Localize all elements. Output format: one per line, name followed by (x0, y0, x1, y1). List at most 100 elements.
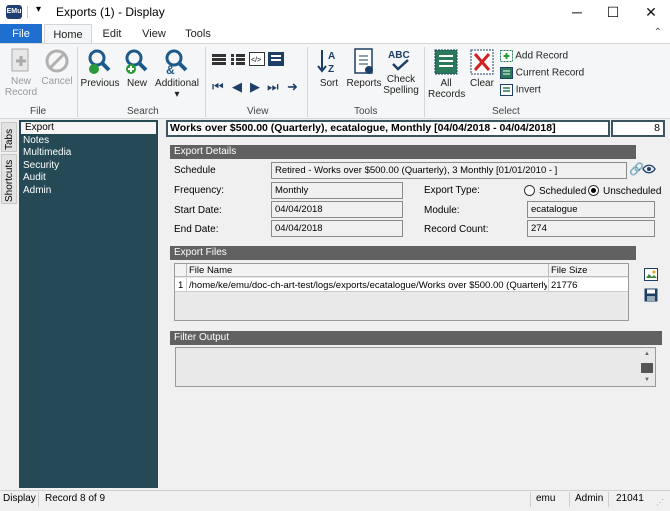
svg-text:Z: Z (328, 64, 334, 75)
open-file-icon[interactable] (644, 268, 658, 284)
table-row[interactable]: 1 /home/ke/emu/doc-ch-art-test/logs/expo… (175, 278, 628, 292)
nav-item-multimedia[interactable]: Multimedia (19, 147, 158, 159)
new-search-button[interactable]: New (121, 48, 153, 89)
nav-item-security[interactable]: Security (19, 160, 158, 172)
module-field[interactable]: ecatalogue (527, 201, 655, 218)
schedule-field[interactable]: Retired - Works over $500.00 (Quarterly)… (271, 162, 627, 179)
check-spelling-label-2: Spelling (383, 85, 419, 96)
select-group-label: Select (492, 106, 520, 117)
scheduled-radio-label: Scheduled (539, 186, 587, 197)
side-tab-shortcuts-label: Shortcuts (4, 159, 15, 202)
all-records-button[interactable]: All Records (428, 48, 465, 100)
tab-tools[interactable]: Tools (178, 24, 218, 44)
save-file-icon[interactable] (644, 288, 658, 305)
tab-list-panel: Export Notes Multimedia Security Audit A… (19, 120, 158, 488)
tab-view[interactable]: View (134, 24, 174, 44)
add-record-label: Add Record (515, 50, 569, 62)
grid-view-icon[interactable] (231, 54, 245, 65)
list-view-icon[interactable] (212, 54, 226, 65)
record-summary: Works over $500.00 (Quarterly), ecatalog… (166, 120, 610, 137)
group-separator (307, 47, 308, 117)
svg-text:ABC: ABC (388, 50, 410, 61)
status-separator (569, 492, 570, 507)
search-group-label: Search (127, 106, 159, 117)
start-date-field[interactable]: 04/04/2018 (271, 201, 403, 218)
frequency-field[interactable]: Monthly (271, 182, 403, 199)
additional-search-button[interactable]: & Additional ▾ (154, 48, 200, 100)
window-title: Exports (1) - Display (56, 5, 165, 19)
previous-button[interactable]: Previous (80, 48, 120, 89)
ribbon: New Record Cancel File Previous New & Ad… (0, 43, 670, 119)
nav-item-audit[interactable]: Audit (19, 172, 158, 184)
view-eye-icon[interactable] (642, 163, 656, 178)
status-mode: Display (3, 493, 36, 504)
status-count: 21041 (616, 493, 644, 504)
tab-home[interactable]: Home (44, 24, 92, 44)
resize-grip-icon[interactable]: ⋰ (656, 495, 664, 511)
last-record-icon[interactable]: ⏭ (267, 79, 279, 95)
scroll-down-icon[interactable]: ▼ (640, 377, 654, 383)
current-record-icon (500, 67, 513, 79)
end-date-field[interactable]: 04/04/2018 (271, 220, 403, 237)
close-button[interactable]: ✕ (636, 0, 666, 24)
tab-edit[interactable]: Edit (94, 24, 130, 44)
nav-item-export[interactable]: Export (21, 122, 156, 134)
nav-item-admin[interactable]: Admin (19, 185, 158, 197)
column-header-file-name[interactable]: File Name (189, 265, 232, 276)
sort-label: Sort (319, 78, 339, 89)
check-spelling-button[interactable]: ABC Check Spelling (382, 48, 420, 96)
table-header-row: File Name File Size (175, 264, 628, 277)
record-count-field[interactable]: 274 (527, 220, 655, 237)
end-date-label: End Date: (174, 224, 219, 235)
scrollbar[interactable]: ▲ ▼ (640, 349, 654, 385)
previous-record-icon[interactable]: ◀ (232, 79, 242, 95)
new-record-button[interactable]: New Record (4, 48, 38, 98)
clear-icon (470, 49, 494, 75)
cancel-label: Cancel (41, 76, 73, 87)
side-tab-tabs[interactable]: Tabs (1, 122, 17, 152)
view-group-label: View (247, 106, 269, 117)
clear-label: Clear (470, 78, 494, 89)
minimize-button[interactable]: ─ (562, 0, 592, 24)
new-record-label-1: New (10, 76, 31, 87)
clear-selection-button[interactable]: Clear (466, 48, 498, 89)
add-record-button[interactable]: Add Record (500, 50, 568, 62)
side-tab-strip: Tabs Shortcuts (0, 120, 18, 488)
export-details-header: Export Details (170, 145, 636, 159)
divider (27, 6, 28, 18)
cancel-button[interactable]: Cancel (40, 48, 74, 87)
filter-output-textarea[interactable]: ▲ ▼ (175, 347, 656, 387)
xml-view-icon[interactable]: </> (249, 52, 265, 66)
status-separator (608, 492, 609, 507)
side-tab-shortcuts[interactable]: Shortcuts (1, 154, 17, 204)
scheduled-radio[interactable] (524, 185, 535, 196)
reports-button[interactable]: Reports (346, 48, 382, 89)
current-record-button[interactable]: Current Record (500, 67, 584, 79)
status-group: Admin (575, 493, 604, 504)
go-to-record-icon[interactable]: ➜ (287, 79, 298, 95)
group-separator (424, 47, 425, 117)
cancel-icon (45, 49, 69, 73)
invert-selection-button[interactable]: Invert (500, 84, 541, 96)
row-file-size: 21776 (551, 280, 578, 291)
row-index: 1 (178, 280, 184, 291)
collapse-ribbon-icon[interactable]: ⌃ (654, 27, 662, 38)
export-files-header: Export Files (170, 246, 636, 260)
status-separator (38, 492, 39, 507)
tools-group-label: Tools (354, 106, 378, 117)
unscheduled-radio[interactable] (588, 185, 599, 196)
scrollbar-thumb[interactable] (641, 363, 653, 373)
status-user: emu (536, 493, 556, 504)
scroll-up-icon[interactable]: ▲ (640, 351, 654, 357)
quick-access-dropdown-icon[interactable]: ▾ (36, 4, 41, 15)
next-record-icon[interactable]: ▶ (250, 79, 260, 95)
maximize-button[interactable]: ☐ (598, 0, 628, 24)
first-record-icon[interactable]: ⏮ (212, 79, 224, 95)
nav-item-notes[interactable]: Notes (19, 135, 158, 147)
column-header-file-size[interactable]: File Size (551, 265, 587, 276)
column-divider (186, 264, 187, 277)
display-view-icon[interactable] (268, 52, 284, 66)
record-count-label: Record Count: (424, 224, 489, 235)
tab-file[interactable]: File (0, 24, 42, 44)
sort-button[interactable]: AZ Sort (312, 48, 346, 89)
